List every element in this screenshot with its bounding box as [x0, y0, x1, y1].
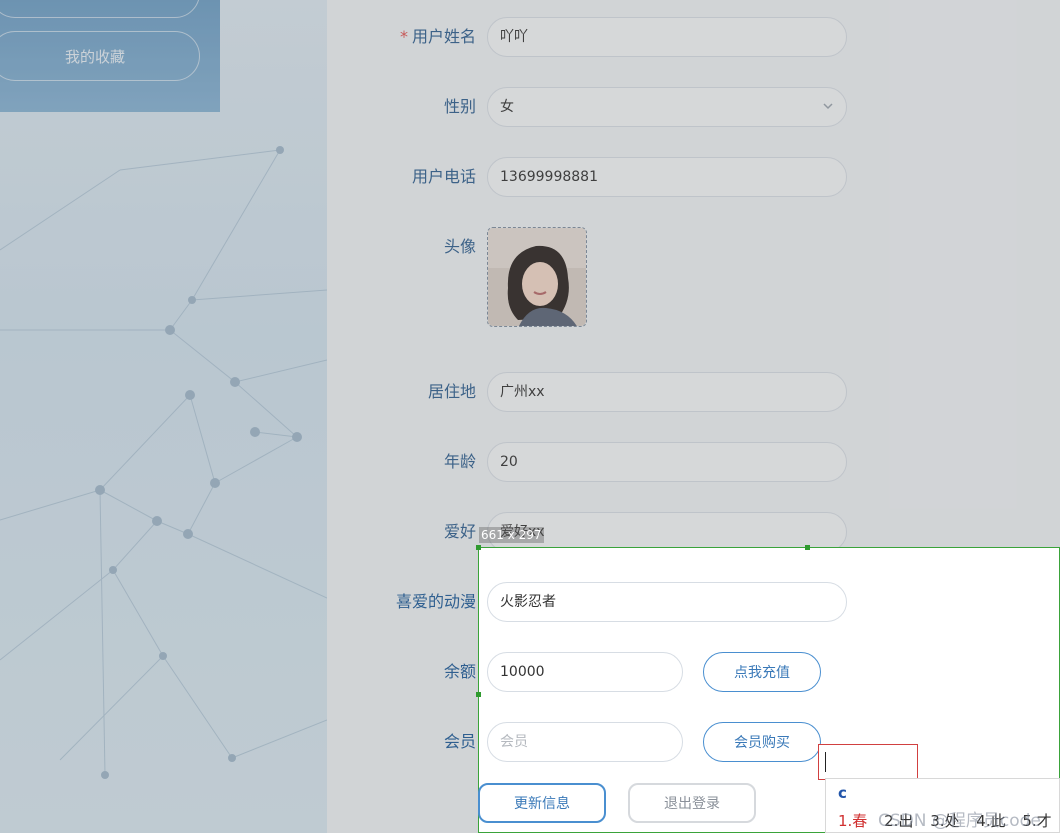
gender-row: 性别 女 [0, 87, 1060, 127]
member-label: 会员 [443, 732, 476, 751]
balance-input[interactable]: 10000 [487, 652, 683, 692]
text-caret [825, 752, 826, 772]
logout-button[interactable]: 退出登录 [628, 783, 756, 823]
residence-row: 居住地 广州xx [0, 372, 1060, 412]
avatar-label: 头像 [443, 237, 476, 256]
selection-handle[interactable] [476, 545, 481, 550]
ime-input-text: c [838, 784, 847, 802]
anime-row: 喜爱的动漫 火影忍者 [0, 582, 1060, 622]
username-label-text: 用户姓名 [411, 27, 476, 46]
balance-label: 余额 [443, 662, 476, 681]
phone-row: 用户电话 13699998881 [0, 157, 1060, 197]
selection-size-label: 661 x 297 [479, 527, 544, 543]
username-input[interactable]: 吖吖 [487, 17, 847, 57]
phone-input[interactable]: 13699998881 [487, 157, 847, 197]
gender-value: 女 [500, 99, 514, 115]
balance-row: 余额 10000 点我充值 [0, 652, 1060, 692]
age-row: 年龄 20 [0, 442, 1060, 482]
avatar-image [488, 228, 586, 326]
avatar-upload[interactable] [487, 227, 587, 327]
hobby-label: 爱好 [443, 522, 476, 541]
update-info-button[interactable]: 更新信息 [478, 783, 606, 823]
watermark: CSDN @程序员code [878, 811, 1041, 831]
selection-handle[interactable] [476, 692, 481, 697]
chevron-down-icon [822, 88, 834, 141]
gender-select[interactable]: 女 [487, 87, 847, 127]
age-label: 年龄 [443, 452, 476, 471]
residence-label: 居住地 [427, 382, 476, 401]
member-input[interactable]: 会员 [487, 722, 683, 762]
ime-candidate[interactable]: 1.春 [838, 812, 867, 830]
phone-label: 用户电话 [411, 167, 476, 186]
anime-label: 喜爱的动漫 [395, 592, 476, 611]
username-row: * 用户姓名 吖吖 [0, 17, 1060, 57]
username-label: * 用户姓名 [400, 17, 476, 57]
age-input[interactable]: 20 [487, 442, 847, 482]
gender-label: 性别 [443, 97, 476, 116]
buy-membership-button[interactable]: 会员购买 [703, 722, 821, 762]
recharge-button[interactable]: 点我充值 [703, 652, 821, 692]
anime-input[interactable]: 火影忍者 [487, 582, 847, 622]
selection-handle[interactable] [805, 545, 810, 550]
ime-composition-box [818, 744, 918, 780]
sidebar-item[interactable] [0, 0, 200, 18]
required-mark: * [399, 27, 408, 46]
residence-input[interactable]: 广州xx [487, 372, 847, 412]
